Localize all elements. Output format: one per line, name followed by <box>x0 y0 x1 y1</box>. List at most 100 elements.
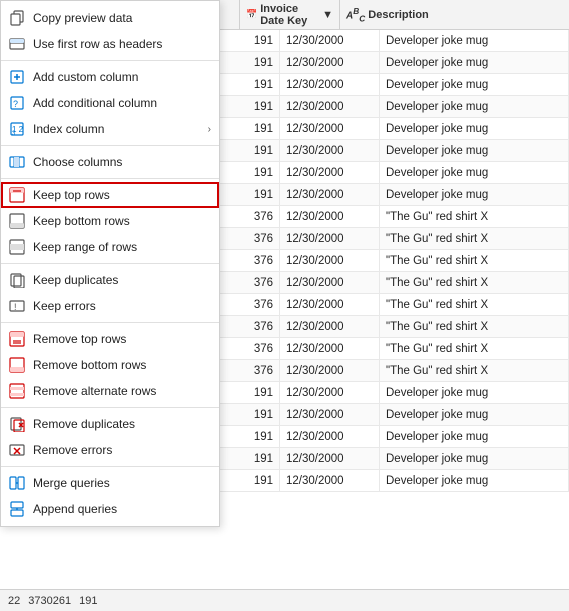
cell-description: Developer joke mug <box>380 162 569 183</box>
cell-sale-key: 191 <box>220 74 280 95</box>
svg-text:?: ? <box>13 99 18 109</box>
table-row: 191 12/30/2000 Developer joke mug <box>220 30 569 52</box>
menu-item-label: Remove errors <box>33 443 112 457</box>
custom-col-icon <box>9 69 25 85</box>
menu-separator <box>1 466 219 467</box>
menu-item-keep-range-rows[interactable]: Keep range of rows <box>1 234 219 260</box>
menu-item-label: Append queries <box>33 502 117 516</box>
invoice-date-dropdown[interactable]: ▼ <box>322 9 333 21</box>
menu-item-index-column[interactable]: 1 23Index column› <box>1 116 219 142</box>
header-icon <box>9 36 25 52</box>
index-icon: 1 23 <box>9 121 25 137</box>
menu-item-keep-top-rows[interactable]: Keep top rows <box>1 182 219 208</box>
menu-item-remove-errors[interactable]: Remove errors <box>1 437 219 463</box>
menu-item-label: Use first row as headers <box>33 37 162 51</box>
menu-item-add-conditional-col[interactable]: ?Add conditional column <box>1 90 219 116</box>
cell-sale-key: 191 <box>220 118 280 139</box>
cell-invoice-date: 12/30/2000 <box>280 118 380 139</box>
cell-sale-key: 191 <box>220 448 280 469</box>
cell-description: Developer joke mug <box>380 382 569 403</box>
menu-item-label: Merge queries <box>33 476 110 490</box>
menu-separator <box>1 263 219 264</box>
col-header-invoice-date[interactable]: 📅 Invoice Date Key ▼ <box>240 0 340 29</box>
choose-col-icon <box>9 154 25 170</box>
table-row: 191 12/30/2000 Developer joke mug <box>220 470 569 492</box>
cell-sale-key: 376 <box>220 294 280 315</box>
cell-invoice-date: 12/30/2000 <box>280 96 380 117</box>
menu-item-keep-errors[interactable]: !Keep errors <box>1 293 219 319</box>
col-label-description: Description <box>368 9 429 21</box>
cell-description: "The Gu" red shirt X <box>380 206 569 227</box>
cell-description: "The Gu" red shirt X <box>380 316 569 337</box>
remove-alt-icon <box>9 383 25 399</box>
cell-description: Developer joke mug <box>380 30 569 51</box>
cell-description: Developer joke mug <box>380 118 569 139</box>
menu-item-label: Index column <box>33 122 104 136</box>
merge-icon <box>9 475 25 491</box>
menu-item-add-custom-col[interactable]: Add custom column <box>1 64 219 90</box>
col-type-icon-description: ABC <box>346 6 365 23</box>
cell-description: Developer joke mug <box>380 426 569 447</box>
table-row: 191 12/30/2000 Developer joke mug <box>220 162 569 184</box>
cell-invoice-date: 12/30/2000 <box>280 448 380 469</box>
menu-item-remove-alternate-rows[interactable]: Remove alternate rows <box>1 378 219 404</box>
cell-invoice-date: 12/30/2000 <box>280 228 380 249</box>
menu-item-label: Remove duplicates <box>33 417 135 431</box>
cell-invoice-date: 12/30/2000 <box>280 162 380 183</box>
cell-invoice-date: 12/30/2000 <box>280 250 380 271</box>
footer-bar: 22 3730261 191 <box>0 589 569 611</box>
col-header-description[interactable]: ABC Description <box>340 0 569 29</box>
cell-sale-key: 376 <box>220 338 280 359</box>
table-row: 191 12/30/2000 Developer joke mug <box>220 96 569 118</box>
cell-sale-key: 376 <box>220 250 280 271</box>
cell-invoice-date: 12/30/2000 <box>280 382 380 403</box>
table-row: 191 12/30/2000 Developer joke mug <box>220 118 569 140</box>
cell-invoice-date: 12/30/2000 <box>280 294 380 315</box>
cell-description: "The Gu" red shirt X <box>380 250 569 271</box>
menu-separator <box>1 178 219 179</box>
cell-description: "The Gu" red shirt X <box>380 272 569 293</box>
cell-sale-key: 191 <box>220 52 280 73</box>
menu-item-remove-duplicates[interactable]: Remove duplicates <box>1 411 219 437</box>
footer-row-num: 22 <box>8 595 20 607</box>
menu-item-remove-top-rows[interactable]: Remove top rows <box>1 326 219 352</box>
cell-sale-key: 191 <box>220 404 280 425</box>
table-row: 376 12/30/2000 "The Gu" red shirt X <box>220 294 569 316</box>
cell-sale-key: 376 <box>220 272 280 293</box>
table-row: 191 12/30/2000 Developer joke mug <box>220 448 569 470</box>
remove-dup-icon <box>9 416 25 432</box>
footer-value: 3730261 <box>28 595 71 607</box>
cell-sale-key: 191 <box>220 470 280 491</box>
keep-bottom-icon <box>9 213 25 229</box>
menu-item-remove-bottom-rows[interactable]: Remove bottom rows <box>1 352 219 378</box>
menu-item-choose-columns[interactable]: Choose columns <box>1 149 219 175</box>
remove-top-icon <box>9 331 25 347</box>
menu-item-append-queries[interactable]: Append queries <box>1 496 219 522</box>
cell-sale-key: 191 <box>220 184 280 205</box>
menu-item-keep-bottom-rows[interactable]: Keep bottom rows <box>1 208 219 234</box>
cell-sale-key: 376 <box>220 360 280 381</box>
cell-sale-key: 376 <box>220 316 280 337</box>
remove-bottom-icon <box>9 357 25 373</box>
keep-top-icon <box>9 187 25 203</box>
append-icon <box>9 501 25 517</box>
cell-invoice-date: 12/30/2000 <box>280 360 380 381</box>
menu-item-label: Keep top rows <box>33 188 110 202</box>
table-row: 376 12/30/2000 "The Gu" red shirt X <box>220 228 569 250</box>
cell-invoice-date: 12/30/2000 <box>280 404 380 425</box>
keep-errors-icon: ! <box>9 298 25 314</box>
table-row: 376 12/30/2000 "The Gu" red shirt X <box>220 250 569 272</box>
table-row: 191 12/30/2000 Developer joke mug <box>220 404 569 426</box>
cell-description: "The Gu" red shirt X <box>380 228 569 249</box>
menu-separator <box>1 60 219 61</box>
menu-item-copy-preview[interactable]: Copy preview data <box>1 5 219 31</box>
menu-item-label: Copy preview data <box>33 11 132 25</box>
menu-item-use-first-row[interactable]: Use first row as headers <box>1 31 219 57</box>
cell-description: Developer joke mug <box>380 448 569 469</box>
cell-description: Developer joke mug <box>380 404 569 425</box>
menu-item-merge-queries[interactable]: Merge queries <box>1 470 219 496</box>
menu-separator <box>1 145 219 146</box>
keep-dup-icon <box>9 272 25 288</box>
menu-item-keep-duplicates[interactable]: Keep duplicates <box>1 267 219 293</box>
cell-sale-key: 191 <box>220 140 280 161</box>
